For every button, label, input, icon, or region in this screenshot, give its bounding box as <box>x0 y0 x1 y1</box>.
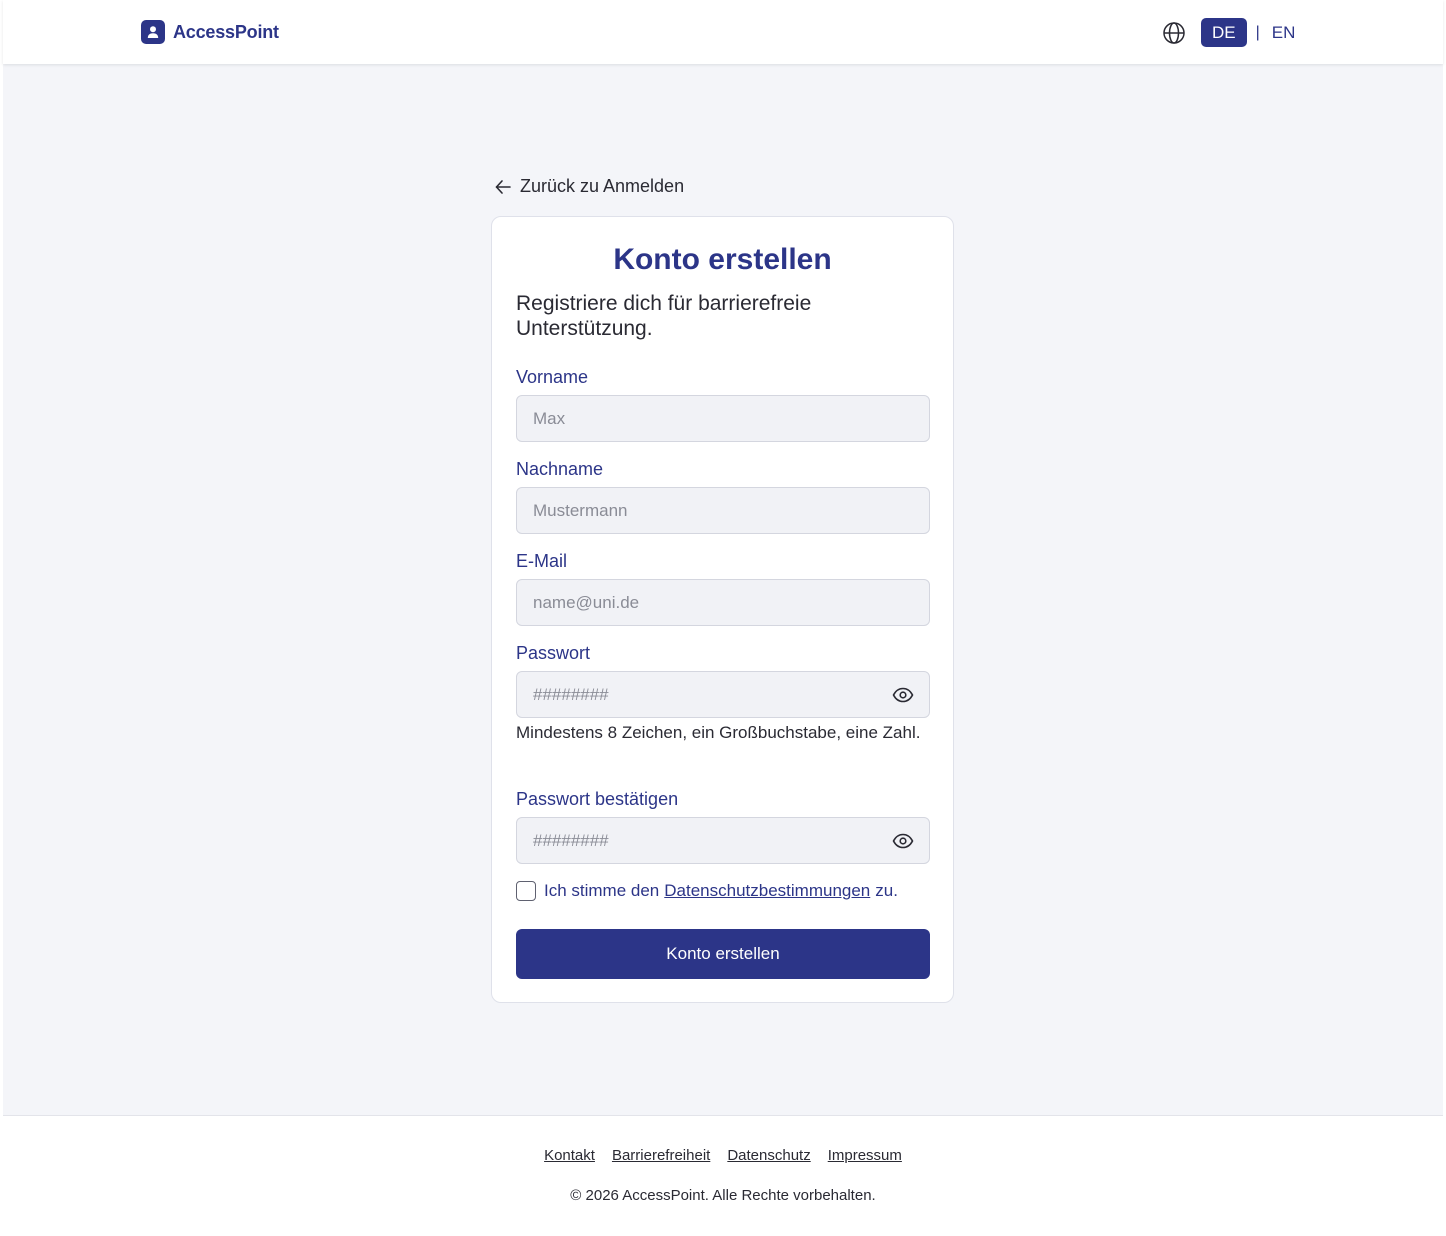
last-name-field <box>516 487 930 534</box>
copyright-text: © 2026 AccessPoint. Alle Rechte vorbehal… <box>570 1187 876 1204</box>
consent-text-before: Ich stimme den <box>544 881 660 900</box>
brand-name: AccessPoint <box>173 21 279 42</box>
email-label: E-Mail <box>516 551 568 571</box>
first-name-field <box>516 395 930 442</box>
confirm-password-input[interactable] <box>517 818 929 863</box>
privacy-consent: Ich stimme den Datenschutzbestimmungen z… <box>516 881 898 901</box>
password-field <box>516 671 930 718</box>
create-account-button[interactable]: Konto erstellen <box>516 929 930 979</box>
language-separator: | <box>1255 23 1260 41</box>
email-field <box>516 579 930 626</box>
register-card: Konto erstellen Registriere dich für bar… <box>491 216 954 1003</box>
last-name-input[interactable] <box>517 488 929 533</box>
page-title: Konto erstellen <box>613 243 832 276</box>
email-input[interactable] <box>517 580 929 625</box>
password-hint: Mindestens 8 Zeichen, ein Großbuchstabe,… <box>516 723 921 742</box>
privacy-consent-checkbox[interactable] <box>516 881 536 901</box>
language-option-de[interactable]: DE <box>1201 18 1247 47</box>
privacy-policy-link[interactable]: Datenschutzbestimmungen <box>664 881 870 901</box>
user-badge-icon <box>141 20 165 44</box>
top-header: AccessPoint DE | EN <box>3 0 1443 64</box>
last-name-label: Nachname <box>516 459 604 479</box>
eye-icon[interactable] <box>891 831 915 851</box>
globe-icon <box>1161 20 1187 46</box>
first-name-input[interactable] <box>517 396 929 441</box>
back-link-label: Zurück zu Anmelden <box>520 176 685 196</box>
footer-link-barrierefreiheit[interactable]: Barrierefreiheit <box>612 1147 710 1164</box>
footer-links: Kontakt Barrierefreiheit Datenschutz Imp… <box>3 1147 1443 1164</box>
password-input[interactable] <box>517 672 929 717</box>
page-subtitle: Registriere dich für barrierefreie Unter… <box>516 292 812 340</box>
language-option-en[interactable]: EN <box>1272 23 1296 43</box>
footer-link-kontakt[interactable]: Kontakt <box>544 1147 595 1164</box>
arrow-left-icon <box>495 179 511 194</box>
footer-link-impressum[interactable]: Impressum <box>828 1147 902 1164</box>
back-to-login-link[interactable]: Zurück zu Anmelden <box>494 176 684 197</box>
first-name-label: Vorname <box>516 367 589 387</box>
eye-icon[interactable] <box>891 685 915 705</box>
page: AccessPoint DE | EN Zurück zu Anmelden K… <box>3 0 1443 1236</box>
consent-text-after: zu. <box>875 881 898 900</box>
language-switcher: DE | EN <box>1161 18 1295 47</box>
confirm-password-label: Passwort bestätigen <box>516 789 679 809</box>
confirm-password-field <box>516 817 930 864</box>
password-label: Passwort <box>516 643 591 663</box>
brand[interactable]: AccessPoint <box>141 20 279 44</box>
footer-link-datenschutz[interactable]: Datenschutz <box>727 1147 810 1164</box>
footer: Kontakt Barrierefreiheit Datenschutz Imp… <box>3 1115 1443 1236</box>
